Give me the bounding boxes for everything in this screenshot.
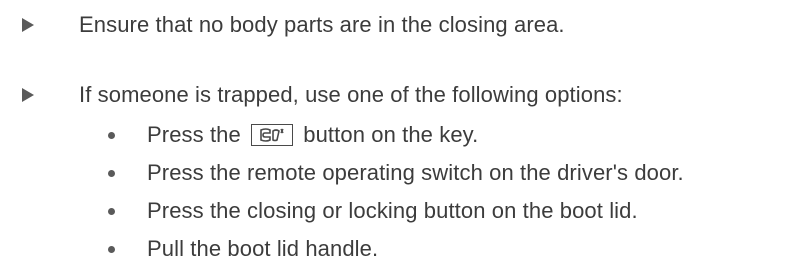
bullet-dot — [108, 132, 115, 139]
arrow-right-icon — [22, 88, 34, 102]
bullet-dot — [108, 170, 115, 177]
option-text: Press the closing or locking button on t… — [147, 198, 638, 223]
instruction-text: If someone is trapped, use one of the fo… — [79, 82, 623, 107]
bullet-dot — [108, 208, 115, 215]
instruction-text: Ensure that no body parts are in the clo… — [79, 12, 565, 37]
instruction-page: Ensure that no body parts are in the clo… — [0, 0, 805, 271]
option-text-after: button on the key. — [297, 122, 479, 147]
option-text-before: Press the — [147, 122, 248, 147]
option-text: Press the button on the key. — [147, 119, 478, 151]
arrow-right-icon — [22, 18, 34, 32]
bullet-dot — [108, 246, 115, 253]
option-text: Press the remote operating switch on the… — [147, 160, 684, 185]
option-text: Pull the boot lid handle. — [147, 236, 379, 261]
boot-lid-key-icon — [251, 123, 294, 146]
